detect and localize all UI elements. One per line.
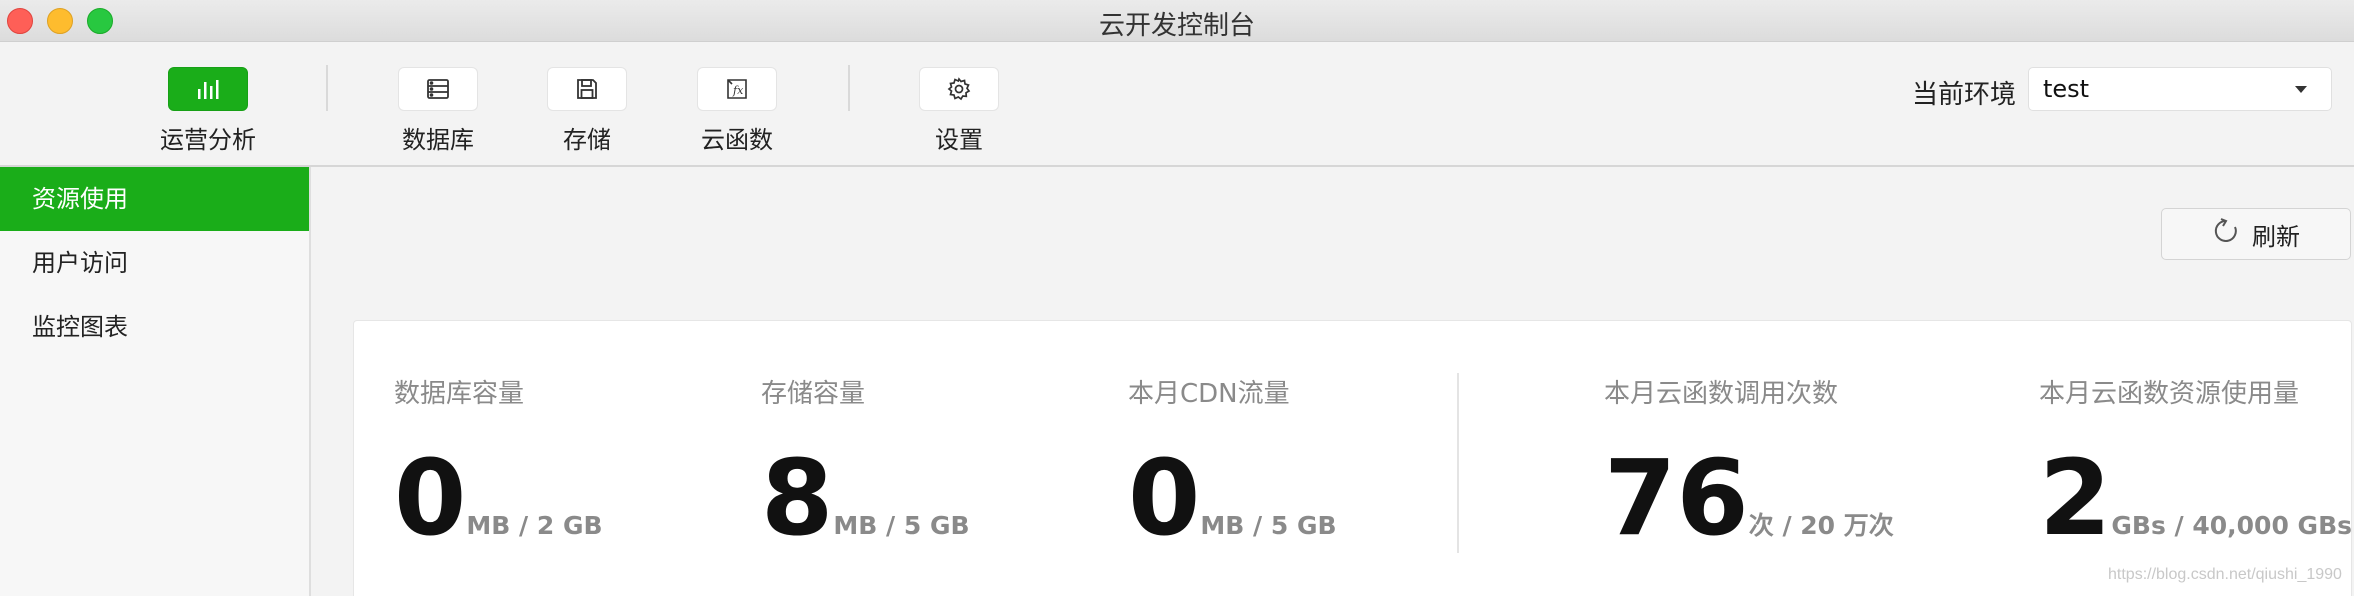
metric-value: 0MB / 2 GB: [394, 446, 603, 550]
metric-value: 76次 / 20 万次: [1604, 446, 1894, 550]
toolbar-item-analytics[interactable]: 运营分析: [143, 67, 273, 155]
metric-unit: GBs / 40,000 GBs: [2111, 511, 2352, 540]
metric-label: 本月CDN流量: [1128, 379, 1290, 409]
toolbar-item-label: 设置: [935, 126, 983, 154]
metric-number: 0: [1128, 437, 1201, 559]
metric-unit: MB / 2 GB: [466, 511, 603, 540]
toolbar-divider: [326, 65, 328, 111]
bar-chart-icon: [168, 67, 248, 111]
sidebar-item-user-access[interactable]: 用户访问: [0, 231, 309, 295]
metric-label: 存储容量: [761, 379, 866, 409]
watermark-text: https://blog.csdn.net/qiushi_1990: [2108, 566, 2342, 583]
toolbar-item-cloud-functions[interactable]: fx 云函数: [672, 67, 802, 155]
toolbar-item-label: 运营分析: [160, 126, 256, 154]
environment-label: 当前环境: [1912, 80, 2017, 110]
toolbar-item-label: 数据库: [402, 126, 474, 154]
metric-function-invocations: 本月云函数调用次数 76次 / 20 万次: [1604, 373, 1894, 550]
database-icon: [398, 67, 478, 111]
environment-select-value: test: [2043, 75, 2090, 103]
sidebar-item-resource-usage[interactable]: 资源使用: [0, 167, 309, 231]
metric-label: 数据库容量: [394, 379, 525, 409]
metric-label: 本月云函数调用次数: [1604, 379, 1839, 409]
refresh-button-label: 刷新: [2252, 222, 2300, 251]
refresh-icon: [2212, 217, 2240, 251]
resource-usage-card: 数据库容量 0MB / 2 GB 存储容量 8MB / 5 GB 本月CDN流量…: [353, 320, 2352, 596]
metric-storage-capacity: 存储容量 8MB / 5 GB: [761, 373, 970, 550]
sidebar-item-label: 用户访问: [32, 249, 128, 277]
metric-number: 8: [761, 437, 834, 559]
toolbar-item-storage[interactable]: 存储: [522, 67, 652, 155]
metric-number: 2: [2039, 437, 2112, 559]
toolbar-item-label: 云函数: [701, 126, 773, 154]
metric-database-capacity: 数据库容量 0MB / 2 GB: [394, 373, 603, 550]
refresh-button[interactable]: 刷新: [2161, 208, 2351, 260]
metric-function-resource-usage: 本月云函数资源使用量 2GBs / 40,000 GBs: [2039, 373, 2352, 550]
gear-icon: [919, 67, 999, 111]
metric-unit: 次 / 20 万次: [1748, 511, 1894, 540]
metric-unit: MB / 5 GB: [833, 511, 970, 540]
toolbar-item-label: 存储: [563, 126, 611, 154]
app-window: 云开发控制台 运营分析 数据库 存储 fx 云函数 设置 当前环境 test 资…: [0, 0, 2354, 596]
toolbar-item-database[interactable]: 数据库: [373, 67, 503, 155]
sidebar-item-monitoring-charts[interactable]: 监控图表: [0, 295, 309, 359]
metric-value: 0MB / 5 GB: [1128, 446, 1337, 550]
sidebar: 资源使用 用户访问 监控图表: [0, 167, 311, 596]
svg-text:fx: fx: [732, 84, 744, 97]
title-bar: 云开发控制台: [0, 0, 2354, 42]
toolbar: 运营分析 数据库 存储 fx 云函数 设置 当前环境 test: [0, 42, 2354, 167]
metric-unit: MB / 5 GB: [1200, 511, 1337, 540]
function-fx-icon: fx: [697, 67, 777, 111]
environment-select[interactable]: test: [2028, 67, 2332, 111]
metric-value: 2GBs / 40,000 GBs: [2039, 446, 2352, 550]
metric-value: 8MB / 5 GB: [761, 446, 970, 550]
caret-down-icon: [2295, 86, 2307, 93]
metric-label: 本月云函数资源使用量: [2039, 379, 2300, 409]
metric-cdn-traffic: 本月CDN流量 0MB / 5 GB: [1128, 373, 1337, 550]
window-title: 云开发控制台: [1098, 11, 1255, 41]
metric-number: 0: [394, 437, 467, 559]
sidebar-item-label: 监控图表: [32, 313, 128, 341]
metric-number: 76: [1604, 437, 1749, 559]
toolbar-item-settings[interactable]: 设置: [894, 67, 1024, 155]
toolbar-divider: [848, 65, 850, 111]
card-divider: [1457, 373, 1459, 553]
floppy-disk-icon: [547, 67, 627, 111]
sidebar-item-label: 资源使用: [32, 185, 128, 213]
